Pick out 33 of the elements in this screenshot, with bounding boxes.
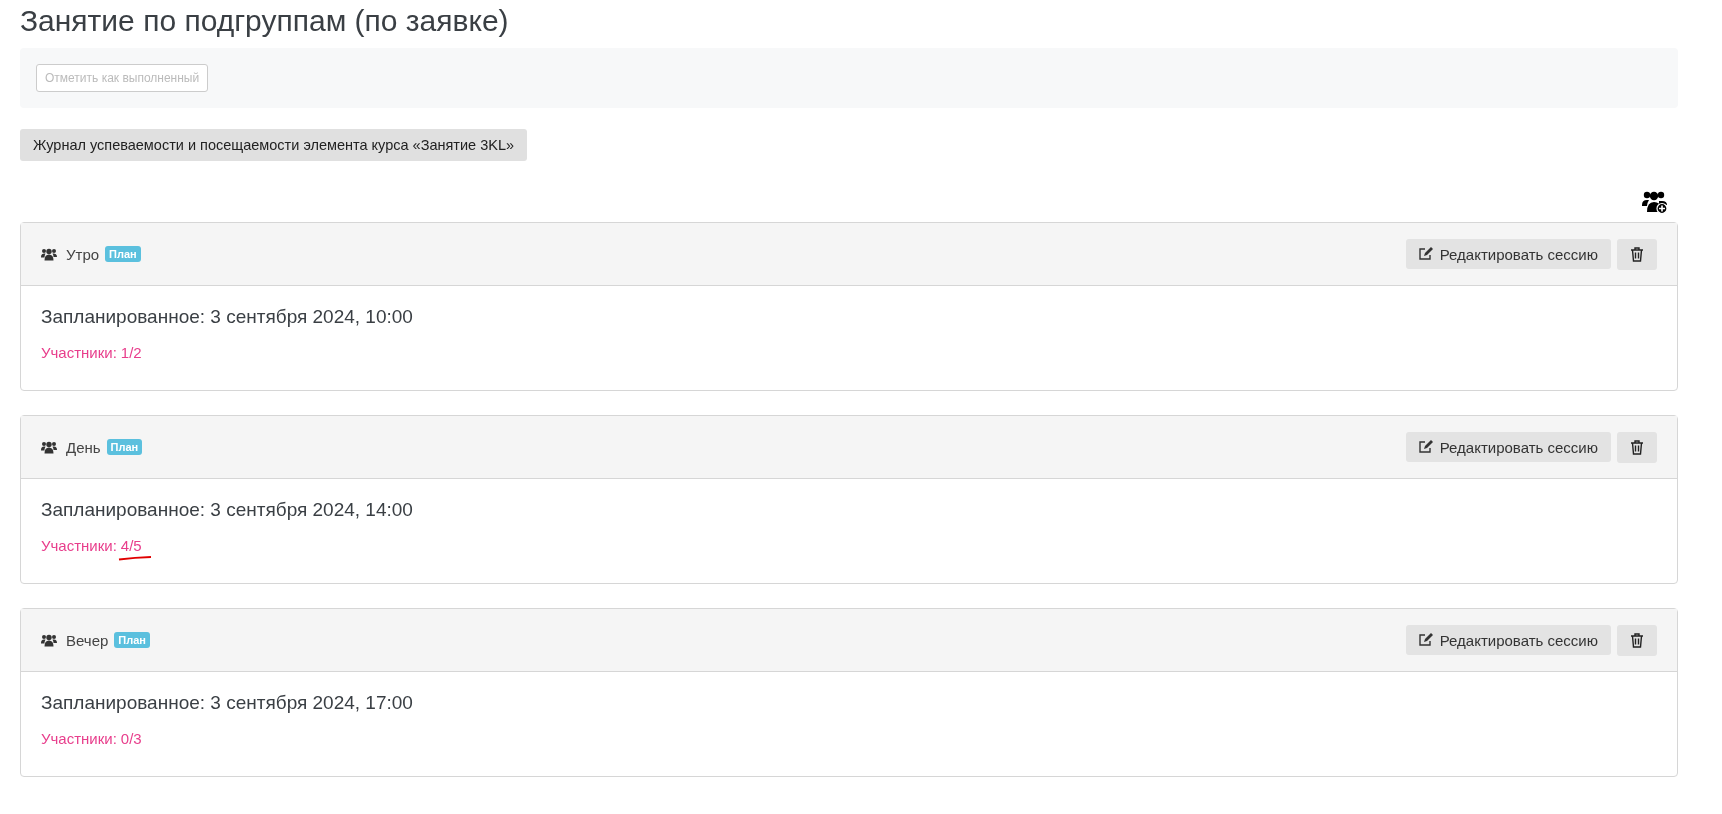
edit-session-button[interactable]: Редактировать сессию xyxy=(1405,625,1611,655)
journal-button[interactable]: Журнал успеваемости и посещаемости элемента курса «Занятие 3KL» xyxy=(20,129,528,161)
delete-button[interactable] xyxy=(1617,238,1657,270)
page-title: Занятие по подгруппам (по заявке) xyxy=(20,3,510,39)
participants-label: Участники: xyxy=(41,730,117,747)
trash-icon xyxy=(1630,246,1644,262)
trash-icon xyxy=(1630,439,1644,455)
delete-button[interactable] xyxy=(1617,431,1657,463)
edit-session-button[interactable]: Редактировать сессию xyxy=(1405,432,1611,462)
status-badge: План xyxy=(106,439,143,455)
add-group-icon[interactable] xyxy=(1642,190,1668,214)
status-badge: План xyxy=(114,632,150,648)
group-icon xyxy=(41,633,57,647)
session-name: Вечер xyxy=(66,631,109,649)
delete-button[interactable] xyxy=(1617,624,1657,656)
participants-count: 0/3 xyxy=(120,730,142,747)
trash-icon xyxy=(1630,632,1644,648)
scheduled-time: Запланированное: 3 сентября 2024, 17:00 xyxy=(41,692,414,714)
participants-label: Участники: xyxy=(41,344,117,361)
session-name: Утро xyxy=(66,245,100,263)
participants-count: 1/2 xyxy=(120,344,142,361)
status-badge: План xyxy=(105,246,141,262)
participants-label: Участники: xyxy=(41,537,117,554)
edit-icon xyxy=(1418,440,1433,454)
edit-icon xyxy=(1418,633,1433,647)
scheduled-time: Запланированное: 3 сентября 2024, 14:00 xyxy=(41,499,414,521)
session-name: День xyxy=(66,438,101,456)
group-icon xyxy=(41,440,57,454)
edit-session-button[interactable]: Редактировать сессию xyxy=(1405,239,1611,269)
edit-icon xyxy=(1418,247,1433,261)
scheduled-time: Запланированное: 3 сентября 2024, 10:00 xyxy=(41,306,414,328)
participants-count: 4/5 xyxy=(120,537,142,554)
group-icon xyxy=(41,247,57,261)
